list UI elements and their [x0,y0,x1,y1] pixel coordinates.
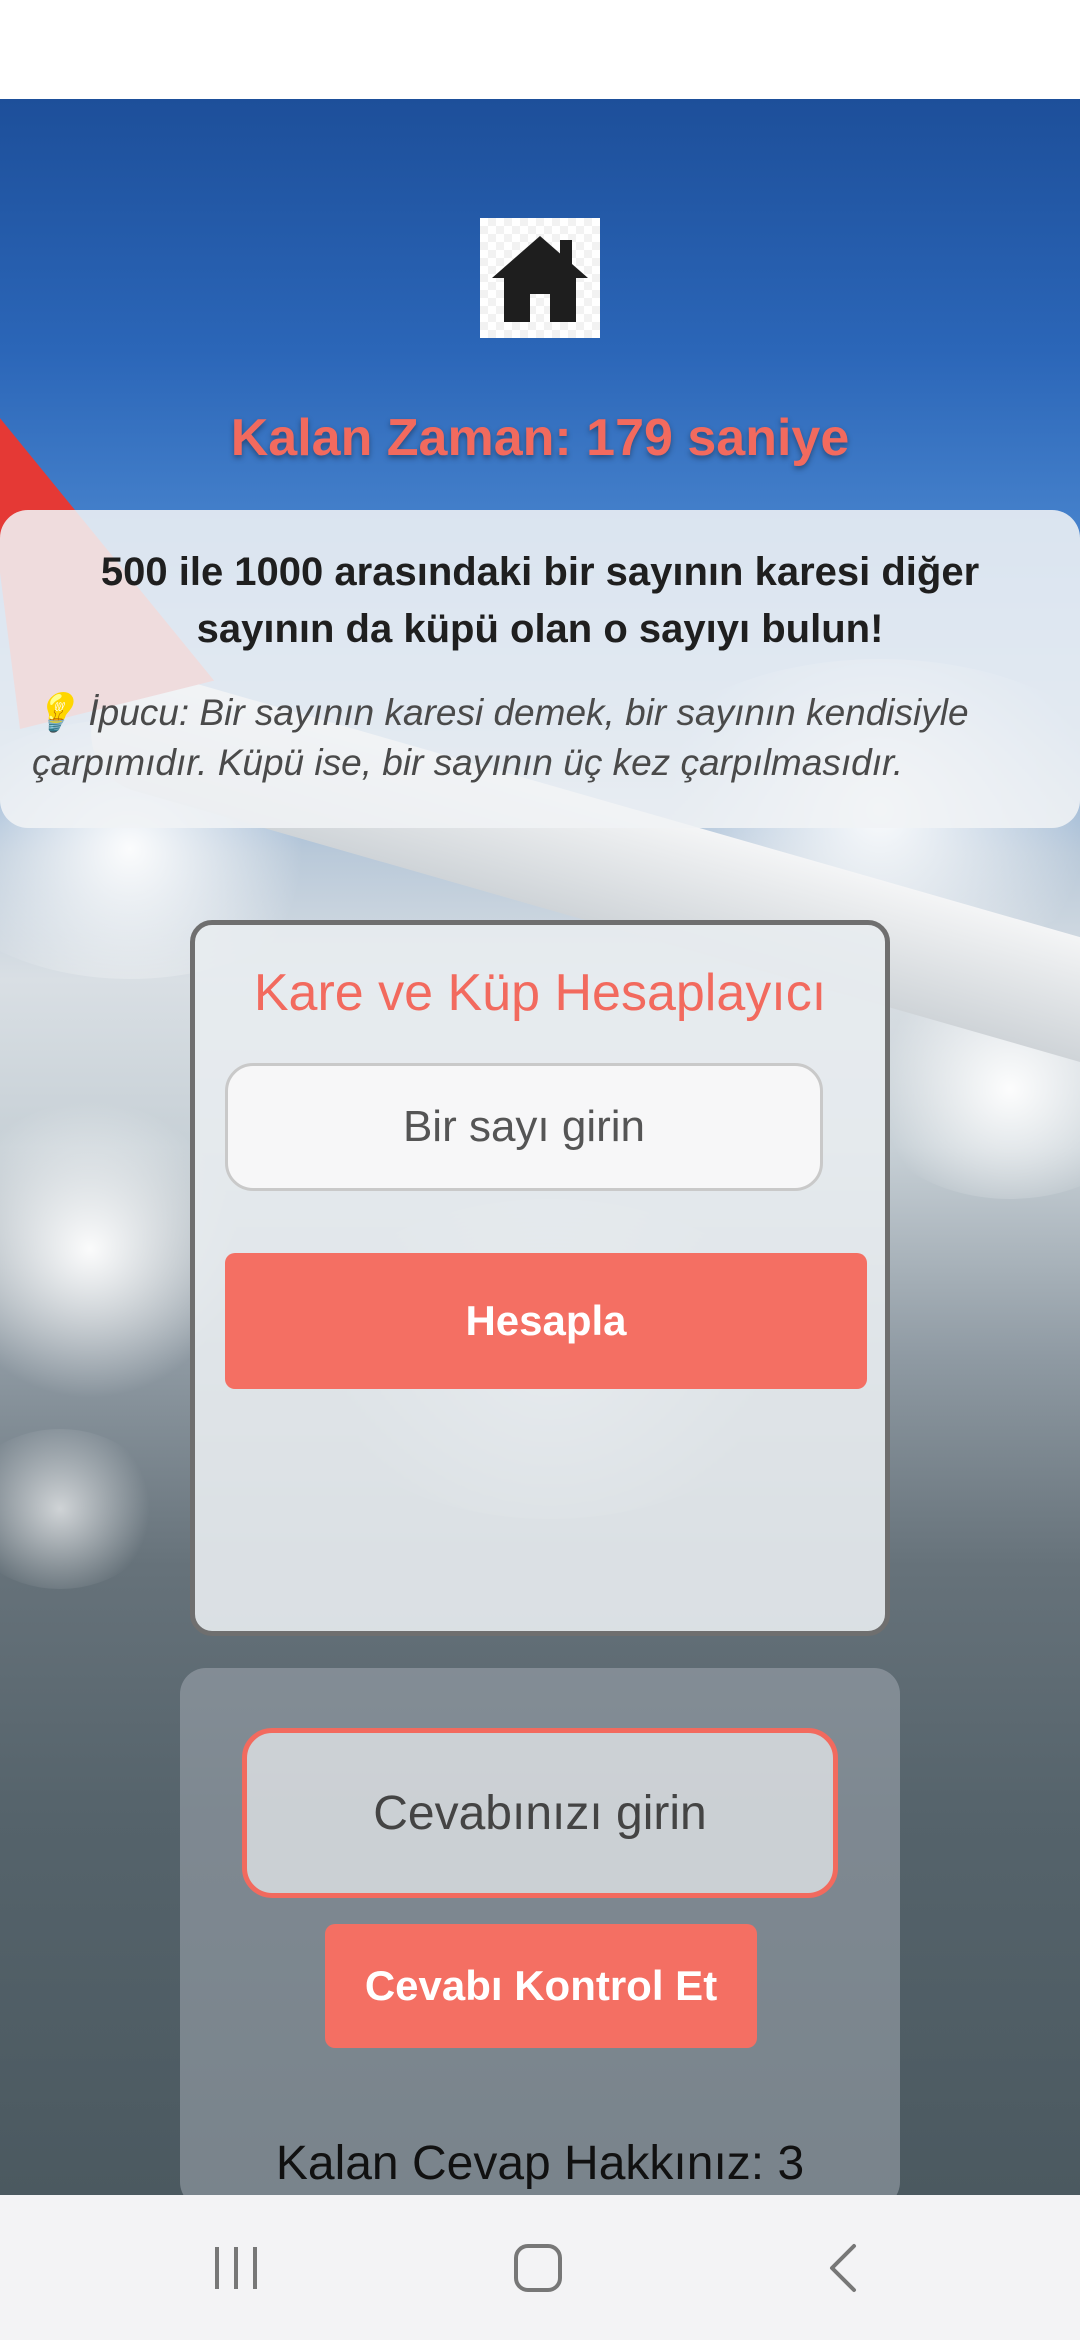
home-button[interactable] [480,218,600,338]
question-card: 500 ile 1000 arasındaki bir sayının kare… [0,510,1080,828]
hint-label: İpucu: Bir sayının karesi demek, bir say… [32,692,969,783]
timer-text: Kalan Zaman: 179 saniye [230,409,850,467]
status-bar [0,0,1080,99]
nav-home-icon [514,2243,562,2292]
calculate-button[interactable]: Hesapla [225,1253,867,1389]
system-nav-bar [0,2195,1080,2340]
calculator-card: Kare ve Küp Hesaplayıcı Hesapla [190,920,890,1636]
calculator-title: Kare ve Küp Hesaplayıcı [253,964,827,1022]
answer-card: Cevabı Kontrol Et Kalan Cevap Hakkınız: … [180,1668,900,2208]
back-icon [830,2243,856,2292]
question-text: 500 ile 1000 arasındaki bir sayının kare… [100,550,980,651]
attempts-remaining: Kalan Cevap Hakkınız: 3 [275,2137,805,2190]
nav-back-button[interactable] [782,2195,902,2340]
home-icon [492,236,588,322]
cloud-decoration [0,1429,160,1589]
hint-text: 💡 İpucu: Bir sayının karesi demek, bir s… [32,688,1048,788]
lightbulb-icon: 💡 [32,692,79,733]
nav-home-button[interactable] [478,2195,598,2340]
nav-recents-button[interactable] [176,2195,296,2340]
number-input[interactable] [225,1063,823,1191]
answer-input[interactable] [242,1728,838,1898]
check-answer-button[interactable]: Cevabı Kontrol Et [325,1924,757,2048]
recents-icon [215,2246,257,2289]
